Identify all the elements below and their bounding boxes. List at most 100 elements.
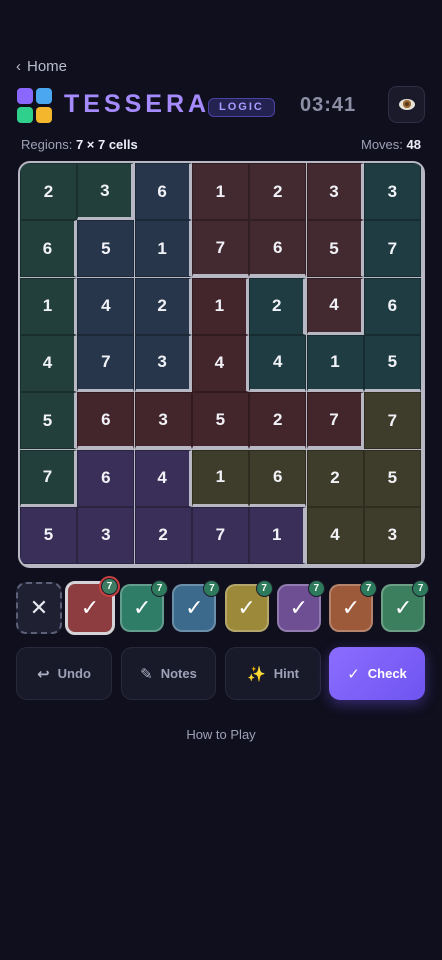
board-cell[interactable]: 5 [20, 392, 77, 450]
app-logo [17, 88, 53, 124]
board-cell[interactable]: 2 [134, 277, 192, 335]
board-cell[interactable]: 6 [77, 449, 135, 507]
board-cell[interactable]: 2 [306, 449, 364, 507]
swatch-count-badge: 7 [307, 580, 325, 597]
board-cell[interactable]: 1 [191, 449, 249, 507]
board-cell[interactable]: 5 [20, 506, 77, 564]
reveal-button[interactable] [388, 86, 425, 123]
board-cell[interactable]: 7 [306, 392, 364, 450]
board-cell[interactable]: 1 [191, 277, 249, 335]
board-cell[interactable]: 4 [191, 334, 249, 392]
hint-button[interactable]: ✨ Hint [225, 647, 321, 700]
board-cell[interactable]: 4 [134, 449, 192, 507]
action-bar: ↩ Undo ✎ Notes ✨ Hint ✓ Check [16, 647, 426, 700]
color-swatch[interactable]: ✓ 7 [381, 580, 430, 632]
board-cell[interactable]: 4 [20, 334, 77, 392]
hint-label: Hint [273, 666, 299, 681]
board-cell[interactable]: 7 [363, 392, 421, 450]
board-cell[interactable]: 7 [363, 220, 421, 278]
chevron-left-icon: ‹ [16, 58, 21, 75]
board-cell[interactable]: 2 [249, 277, 307, 335]
board-cell[interactable]: 3 [134, 392, 192, 450]
logo-tile [36, 107, 52, 123]
board-cell[interactable]: 7 [191, 220, 249, 278]
checkmark-icon: ✓ [347, 665, 360, 683]
board-cell[interactable]: 4 [77, 277, 135, 335]
board-cell[interactable]: 6 [134, 163, 192, 220]
moves-value: 48 [406, 137, 421, 152]
undo-icon: ↩ [37, 665, 50, 683]
swatch-count-badge: 7 [360, 580, 377, 597]
regions-label: Regions: [21, 137, 73, 152]
home-link-label: Home [27, 58, 68, 75]
board-cell[interactable]: 3 [77, 163, 135, 220]
undo-label: Undo [57, 666, 91, 681]
board-cell[interactable]: 2 [249, 163, 307, 220]
board-cell[interactable]: 1 [134, 220, 192, 278]
color-palette: ✕ ✓ 7 ✓ 7 ✓ 7 ✓ 7 ✓ 7 ✓ 7 ✓ 7 [16, 578, 430, 635]
board-cell[interactable]: 5 [306, 220, 364, 278]
board-cell[interactable]: 5 [363, 449, 421, 507]
check-button[interactable]: ✓ Check [329, 647, 425, 700]
pencil-icon: ✎ [140, 665, 153, 683]
game-title: TESSERA [64, 90, 211, 118]
swatch-count-badge: 7 [151, 580, 169, 597]
board-cell[interactable]: 7 [77, 334, 135, 392]
check-label: Check [367, 666, 407, 681]
board-cell[interactable]: 4 [249, 334, 307, 392]
regions-value: 7 × 7 cells [75, 137, 138, 152]
board-cell[interactable]: 4 [306, 506, 364, 564]
board-cell[interactable]: 6 [249, 220, 307, 278]
color-swatch[interactable]: ✓ 7 [276, 580, 325, 632]
board-cell[interactable]: 5 [191, 392, 249, 450]
notes-button[interactable]: ✎ Notes [121, 647, 216, 700]
checkmark-icon: ✓ [80, 595, 100, 620]
board-cell[interactable]: 4 [306, 277, 364, 335]
checkmark-icon: ✓ [393, 595, 413, 620]
eye-icon [398, 99, 415, 110]
stats-bar: Regions: 7 × 7 cells Moves: 48 [21, 137, 421, 152]
swatch-count-badge: 7 [255, 580, 273, 597]
board-cell[interactable]: 1 [191, 163, 249, 220]
color-swatch[interactable]: ✓ 7 [172, 580, 221, 632]
color-swatch[interactable]: ✓ 7 [224, 580, 273, 632]
mode-badge: LOGIC [208, 98, 275, 117]
board-cell[interactable]: 1 [306, 334, 364, 392]
color-swatch[interactable]: ✓ 7 [329, 580, 377, 632]
checkmark-icon: ✓ [185, 595, 204, 620]
board-cell[interactable]: 1 [20, 277, 77, 335]
board-cell[interactable]: 6 [249, 449, 307, 507]
board-cell[interactable]: 2 [134, 506, 192, 564]
checkmark-icon: ✓ [289, 595, 309, 620]
undo-button[interactable]: ↩ Undo [16, 647, 112, 700]
checkmark-icon: ✓ [341, 595, 361, 620]
board-cell[interactable]: 6 [20, 220, 77, 278]
board-cell[interactable]: 5 [77, 220, 135, 278]
game-timer: 03:41 [300, 94, 357, 116]
board-cell[interactable]: 7 [191, 506, 249, 564]
how-to-play-link[interactable]: How to Play [0, 727, 442, 742]
board-cell[interactable]: 7 [20, 449, 77, 507]
swatch-count-badge: 7 [101, 578, 118, 595]
home-back-link[interactable]: ‹ Home [16, 58, 67, 75]
logo-tile [17, 107, 33, 123]
board-cell[interactable]: 3 [363, 163, 421, 220]
swatch-count-badge: 7 [203, 580, 221, 597]
board-cell[interactable]: 3 [134, 334, 192, 392]
board-cell[interactable]: 6 [77, 392, 135, 450]
checkmark-icon: ✓ [132, 595, 152, 620]
board-cell[interactable]: 3 [77, 506, 135, 564]
board-cell[interactable]: 1 [249, 506, 307, 564]
board-cell[interactable]: 2 [20, 163, 77, 220]
sparkles-icon: ✨ [247, 665, 266, 683]
board-cell[interactable]: 3 [363, 506, 421, 564]
board-cell[interactable]: 2 [249, 392, 307, 450]
color-swatch[interactable]: ✓ 7 [65, 578, 118, 635]
logo-tile [36, 88, 52, 104]
swatch-count-badge: 7 [412, 580, 430, 597]
clear-color-button[interactable]: ✕ [16, 582, 62, 634]
board-cell[interactable]: 5 [363, 334, 421, 392]
color-swatch[interactable]: ✓ 7 [120, 580, 169, 632]
board-cell[interactable]: 6 [363, 277, 421, 335]
board-cell[interactable]: 3 [306, 163, 364, 220]
